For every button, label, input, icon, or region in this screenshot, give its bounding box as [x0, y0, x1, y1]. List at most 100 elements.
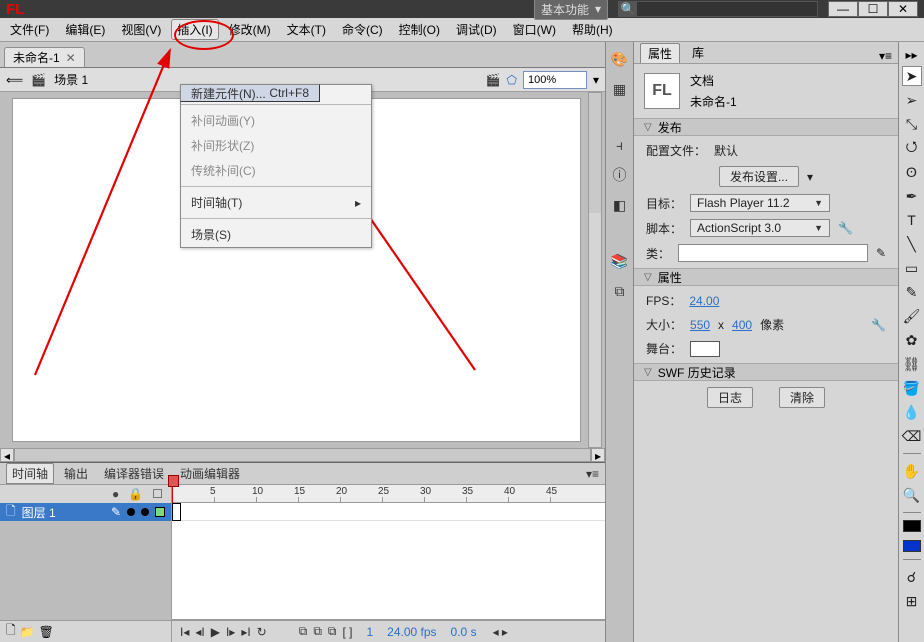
fill-swatch[interactable] — [903, 540, 921, 552]
library-panel-icon[interactable]: 📚 — [611, 252, 629, 270]
horizontal-scrollbar[interactable]: ◂▸ — [0, 448, 605, 462]
stage-color-swatch[interactable] — [690, 341, 720, 357]
panel-menu-icon[interactable]: ▾≡ — [879, 49, 892, 63]
menu-control[interactable]: 控制(O) — [393, 19, 446, 40]
menu-window[interactable]: 窗口(W) — [507, 19, 562, 40]
deco-tool[interactable]: ✿ — [902, 330, 922, 350]
goto-last-icon[interactable]: ▸I — [241, 625, 250, 639]
close-tab-icon[interactable]: ✕ — [66, 51, 76, 65]
wrench-icon[interactable]: 🔧 — [871, 318, 886, 332]
chevron-down-icon[interactable]: ▾ — [807, 170, 813, 184]
snap-icon[interactable]: ☌ — [902, 567, 922, 587]
info-panel-icon[interactable]: ⓘ — [611, 166, 629, 184]
text-tool[interactable]: T — [902, 210, 922, 230]
subselection-tool[interactable]: ➢ — [902, 90, 922, 110]
keyframe-1[interactable] — [172, 503, 181, 521]
track-row[interactable] — [172, 503, 605, 521]
onion-skin-icon[interactable]: ⧉ — [299, 624, 308, 639]
edit-symbol-icon[interactable]: ⬠ — [507, 73, 517, 87]
3d-rotate-tool[interactable]: ⭯ — [902, 138, 922, 158]
tab-motion-editor[interactable]: 动画编辑器 — [174, 463, 246, 484]
maximize-button[interactable]: ☐ — [858, 1, 888, 17]
class-input[interactable] — [678, 244, 868, 262]
project-panel-icon[interactable]: ⧉ — [611, 282, 629, 300]
clear-button[interactable]: 清除 — [779, 387, 825, 408]
line-tool[interactable]: ╲ — [902, 234, 922, 254]
transform-panel-icon[interactable]: ◧ — [611, 196, 629, 214]
free-transform-tool[interactable]: ⤡ — [902, 114, 922, 134]
vertical-scrollbar[interactable] — [588, 92, 602, 448]
edit-scene-icon[interactable]: 🎬 — [486, 73, 501, 87]
rectangle-tool[interactable]: ▭ — [902, 258, 922, 278]
menu-edit[interactable]: 编辑(E) — [59, 19, 111, 40]
goto-first-icon[interactable]: I◂ — [180, 625, 189, 639]
panel-grip-icon[interactable]: ▸▸ — [905, 48, 917, 62]
publish-settings-button[interactable]: 发布设置... — [719, 166, 799, 187]
loop-icon[interactable]: ↻ — [257, 625, 267, 639]
layer-lock-dot[interactable] — [141, 508, 149, 516]
stage-height[interactable]: 400 — [732, 318, 752, 332]
workspace-switcher[interactable]: 基本功能▾ — [534, 0, 608, 20]
menu-view[interactable]: 视图(V) — [115, 19, 167, 40]
align-panel-icon[interactable]: ⫞ — [611, 136, 629, 154]
outline-icon[interactable]: ☐ — [152, 487, 163, 501]
fps-value[interactable]: 24.00 — [689, 294, 719, 308]
eraser-tool[interactable]: ⌫ — [902, 426, 922, 446]
menuitem-scene[interactable]: 场景(S) — [181, 222, 371, 247]
close-button[interactable]: ✕ — [888, 1, 918, 17]
menuitem-timeline[interactable]: 时间轴(T)▸ — [181, 190, 371, 215]
play-icon[interactable]: ▶ — [211, 625, 220, 639]
color-panel-icon[interactable]: 🎨 — [611, 50, 629, 68]
wrench-icon[interactable]: 🔧 — [838, 221, 853, 235]
menu-insert[interactable]: 插入(I) — [171, 19, 218, 40]
tab-compiler-errors[interactable]: 编译器错误 — [98, 463, 170, 484]
hand-tool[interactable]: ✋ — [902, 461, 922, 481]
marker-icon[interactable]: [ ] — [342, 625, 352, 639]
options-icon[interactable]: ⊞ — [902, 591, 922, 611]
menuitem-new-symbol[interactable]: 新建元件(N)...Ctrl+F8 — [180, 84, 320, 102]
selection-tool[interactable]: ➤ — [902, 66, 922, 86]
eyedropper-tool[interactable]: 💧 — [902, 402, 922, 422]
tab-output[interactable]: 输出 — [58, 463, 94, 484]
section-publish[interactable]: ▽发布 — [634, 118, 898, 136]
menu-debug[interactable]: 调试(D) — [450, 19, 503, 40]
zoom-dropdown-icon[interactable]: ▾ — [593, 73, 599, 87]
section-attributes[interactable]: ▽属性 — [634, 268, 898, 286]
pencil-icon[interactable]: ✎ — [876, 246, 886, 260]
stroke-swatch[interactable] — [903, 520, 921, 532]
lasso-tool[interactable]: ʘ — [902, 162, 922, 182]
back-icon[interactable]: ⟸ — [6, 73, 23, 87]
step-back-icon[interactable]: ◂I — [195, 625, 204, 639]
delete-layer-icon[interactable]: 🗑 — [39, 625, 54, 639]
bone-tool[interactable]: ⛓ — [902, 354, 922, 374]
stage-width[interactable]: 550 — [690, 318, 710, 332]
pen-tool[interactable]: ✒ — [902, 186, 922, 206]
pencil-tool[interactable]: ✎ — [902, 282, 922, 302]
search-box[interactable]: 🔍 — [618, 1, 818, 17]
menu-help[interactable]: 帮助(H) — [566, 19, 619, 40]
tab-properties[interactable]: 属性 — [640, 43, 680, 63]
menu-file[interactable]: 文件(F) — [4, 19, 55, 40]
brush-tool[interactable]: 🖌 — [902, 306, 922, 326]
search-input[interactable] — [637, 2, 817, 16]
document-tab[interactable]: 未命名-1 ✕ — [4, 47, 85, 67]
zoom-input[interactable] — [523, 71, 587, 89]
step-fwd-icon[interactable]: I▸ — [226, 625, 235, 639]
paint-bucket-tool[interactable]: 🪣 — [902, 378, 922, 398]
layer-visible-dot[interactable] — [127, 508, 135, 516]
lock-icon[interactable]: 🔒 — [128, 487, 143, 501]
target-dropdown[interactable]: Flash Player 11.2▼ — [690, 194, 830, 212]
frame-tracks[interactable] — [172, 503, 605, 620]
tab-library[interactable]: 库 — [684, 42, 712, 63]
menu-modify[interactable]: 修改(M) — [223, 19, 277, 40]
new-folder-icon[interactable]: 📁 — [20, 625, 35, 639]
script-dropdown[interactable]: ActionScript 3.0▼ — [690, 219, 830, 237]
eye-icon[interactable]: ● — [112, 487, 119, 501]
layer-outline-swatch[interactable] — [155, 507, 165, 517]
tab-timeline[interactable]: 时间轴 — [6, 463, 54, 484]
minimize-button[interactable]: — — [828, 1, 858, 17]
zoom-tool[interactable]: 🔍 — [902, 485, 922, 505]
onion-outline-icon[interactable]: ⧉ — [313, 624, 322, 639]
frame-ruler[interactable]: 51015202530354045 — [172, 485, 605, 503]
edit-multiple-icon[interactable]: ⧉ — [328, 624, 337, 639]
